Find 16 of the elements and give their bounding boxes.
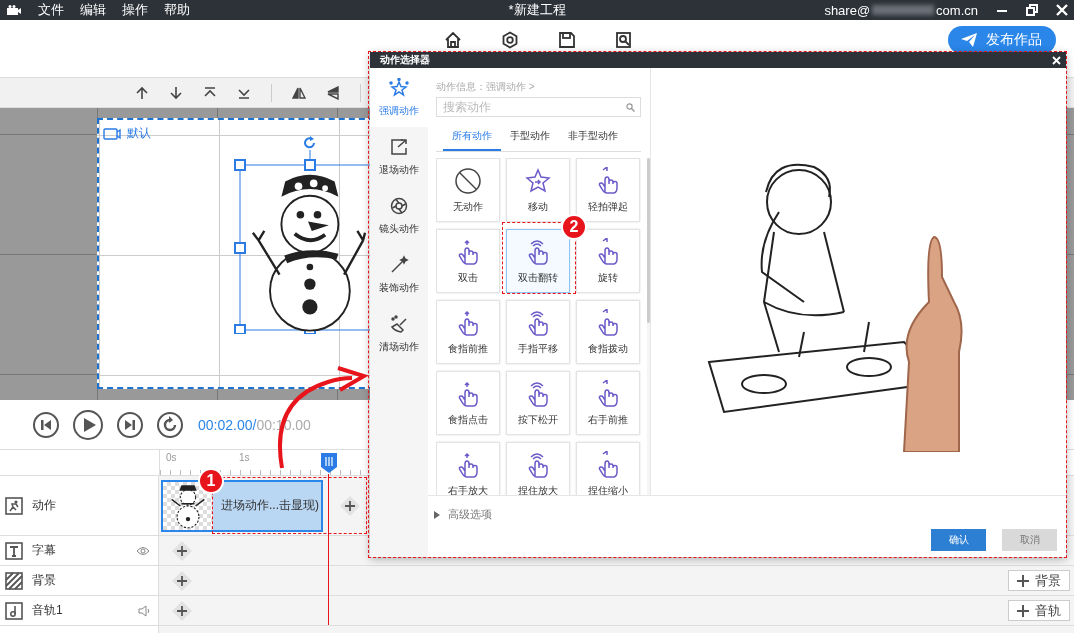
track-label: 动作 [32,497,56,514]
tick-label: 1s [239,452,250,463]
track-label: 背景 [32,572,56,589]
track-label: 字幕 [32,542,56,559]
step-number-badge: 1 [200,470,222,492]
account-name: share@ [824,2,871,18]
current-time: 00:02.00/ [198,416,257,433]
tick-label: 0s [166,452,177,463]
account-domain: com.cn [936,2,978,18]
dialog-title: 动作选择器 [380,53,430,67]
stage-label: 默认 [127,125,151,142]
track-label: 音轨1 [32,602,63,619]
window-title: *新建工程 [508,1,566,19]
clip-label: 进场动作...击显现) [220,497,319,514]
breadcrumb: 动作信息：强调动作 > [436,80,536,94]
step-number-badge: 2 [563,216,585,238]
